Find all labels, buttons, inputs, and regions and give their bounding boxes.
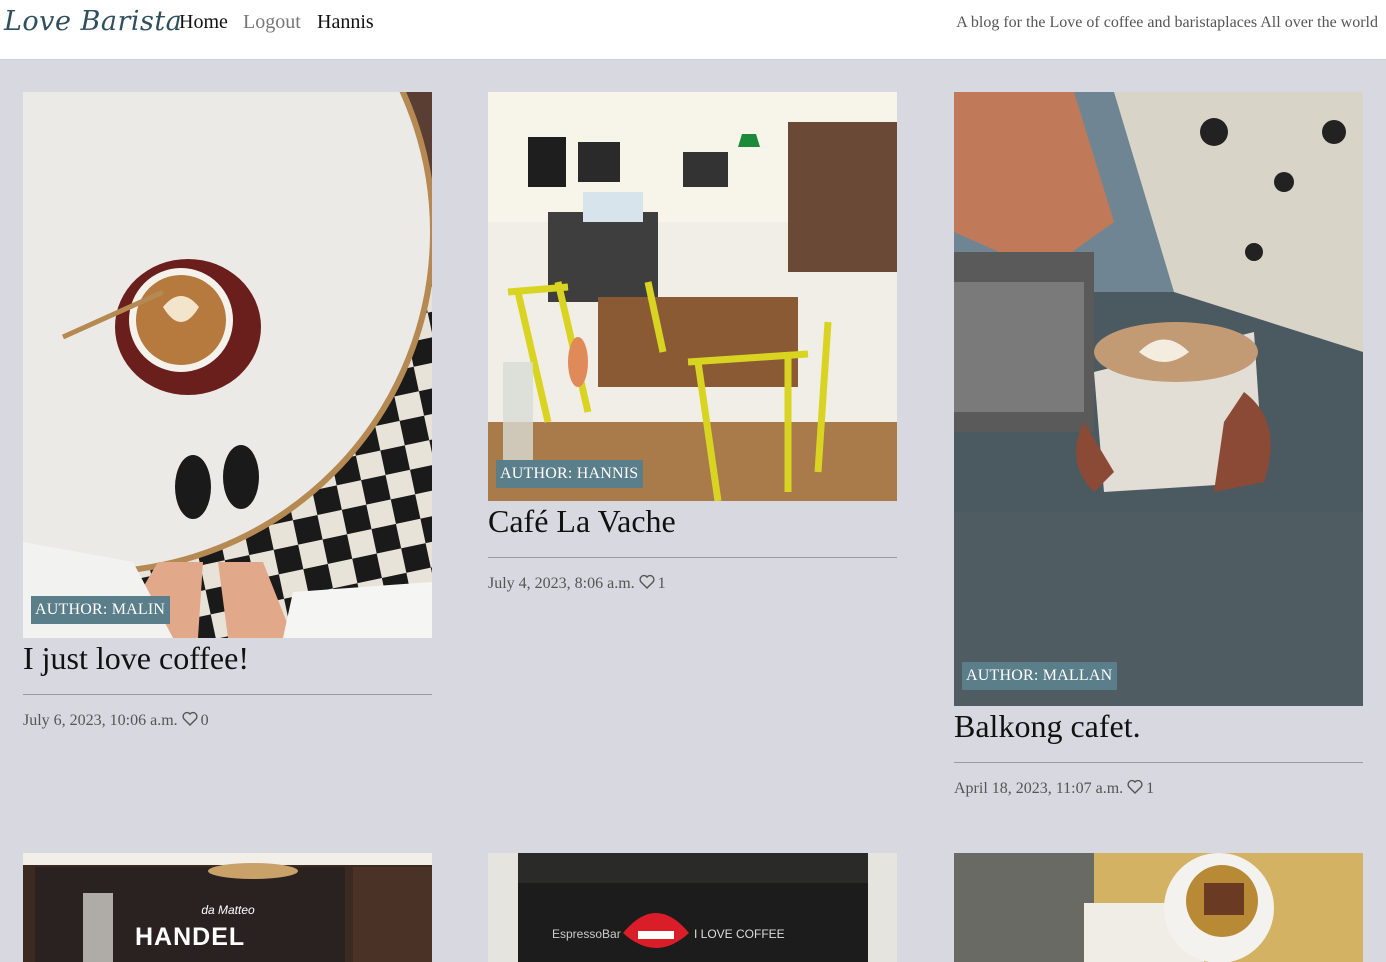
post-card[interactable]: EspressoBar I LOVE COFFEE [488,853,897,962]
nav-home-link[interactable]: Home [179,11,228,34]
espresso-bar-sign-right: I LOVE COFFEE [694,927,785,941]
like-count: 0 [200,712,209,729]
post-date: July 4, 2023, 8:06 a.m. [488,575,635,592]
post-card[interactable] [954,853,1363,962]
post-title[interactable]: Balkong cafet. [954,706,1363,744]
author-badge: AUTHOR: MALLAN [962,662,1118,690]
nav-logout-link[interactable]: Logout [243,11,301,34]
top-navbar: Love Barista Home Logout Hannis A blog f… [0,0,1386,60]
post-image-espresso-bar [488,853,897,962]
post-image-latte-pour [954,92,1363,706]
heart-icon [182,711,198,731]
post-card[interactable]: da Matteo HANDEL [23,853,432,962]
post-meta: July 4, 2023, 8:06 a.m. 1 [488,574,897,594]
post-card[interactable]: AUTHOR: HANNIS Café La Vache July 4, 202… [488,92,897,594]
heart-icon [1127,779,1143,799]
like-count: 1 [657,575,666,592]
post-image[interactable]: AUTHOR: MALLAN [954,92,1363,706]
brand-logo[interactable]: Love Barista [4,6,182,37]
post-image-cafe-table [23,92,432,638]
site-tagline: A blog for the Love of coffee and barist… [956,14,1378,31]
post-image-cafe-interior [488,92,897,501]
card-divider [23,694,432,695]
post-image[interactable]: AUTHOR: MALIN [23,92,432,638]
post-title[interactable]: I just love coffee! [23,638,432,676]
post-meta: April 18, 2023, 11:07 a.m. 1 [954,779,1363,799]
post-meta: July 6, 2023, 10:06 a.m. 0 [23,711,432,731]
storefront-sign-text: HANDEL [135,923,246,951]
espresso-bar-sign-left: EspressoBar [552,927,621,941]
post-card[interactable]: AUTHOR: MALIN I just love coffee! July 6… [23,92,432,731]
author-badge: AUTHOR: HANNIS [496,460,644,488]
post-card[interactable]: AUTHOR: MALLAN Balkong cafet. April 18, … [954,92,1363,799]
like-count: 1 [1146,780,1155,797]
nav-user-link[interactable]: Hannis [317,11,374,34]
post-date: April 18, 2023, 11:07 a.m. [954,780,1124,797]
card-divider [488,557,897,558]
storefront-sign: da Matteo [201,903,255,917]
post-title[interactable]: Café La Vache [488,501,897,539]
post-date: July 6, 2023, 10:06 a.m. [23,712,178,729]
post-image[interactable] [954,853,1363,962]
heart-icon [639,574,655,594]
card-divider [954,762,1363,763]
post-image[interactable]: AUTHOR: HANNIS [488,92,897,501]
post-image-cake-coffee [954,853,1363,962]
post-image[interactable]: EspressoBar I LOVE COFFEE [488,853,897,962]
post-image[interactable]: da Matteo HANDEL [23,853,432,962]
author-badge: AUTHOR: MALIN [31,596,171,624]
